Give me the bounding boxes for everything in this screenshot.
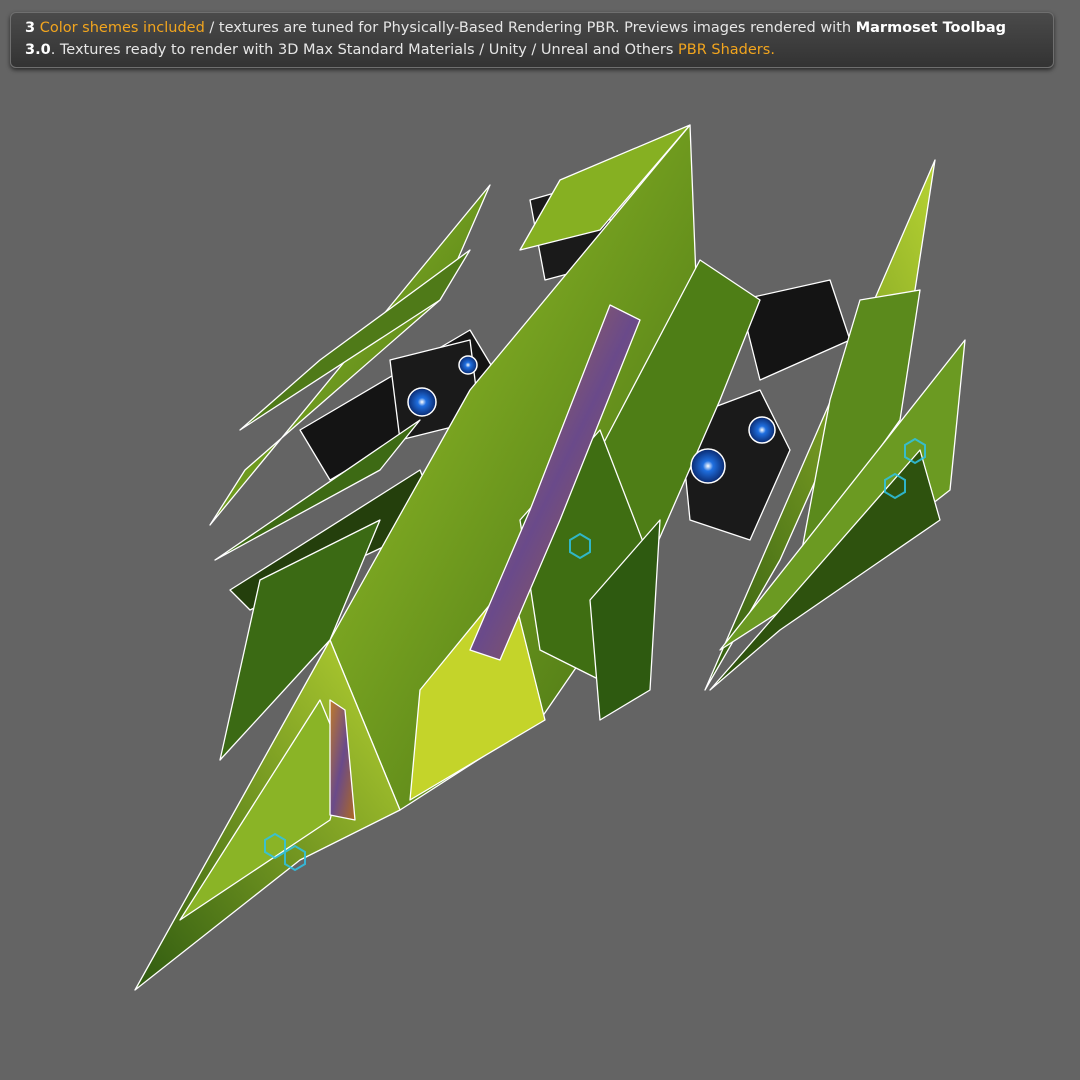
engine-right-outer [690,448,726,484]
engine-right-upper [748,416,776,444]
rear-strut-right [739,279,851,381]
spaceship-wireframe-render [134,124,966,991]
engine-left-outer [407,387,437,417]
engine-left-upper [458,355,478,375]
